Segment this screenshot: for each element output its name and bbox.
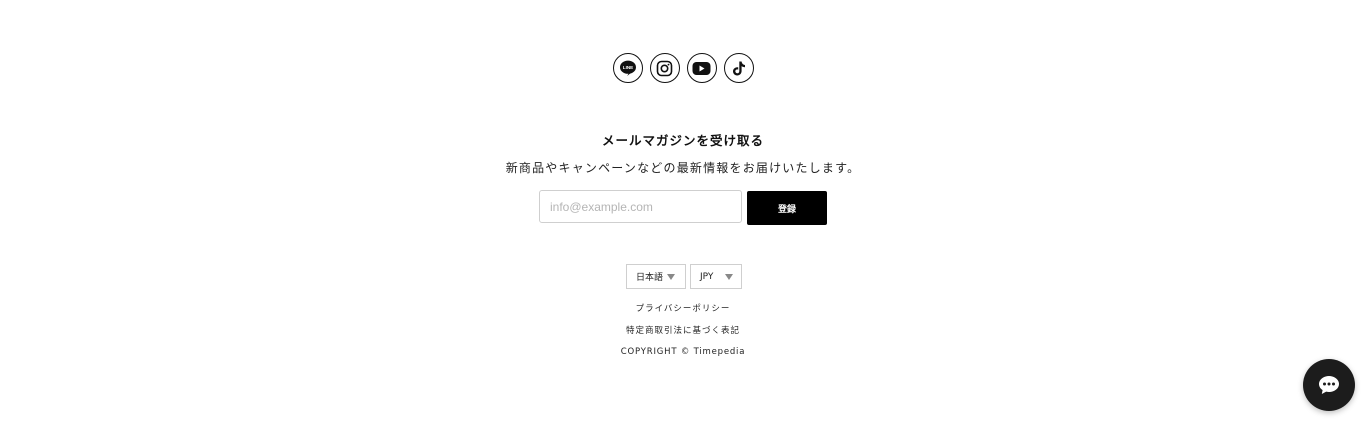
line-link[interactable]: LINE (612, 53, 643, 83)
svg-text:LINE: LINE (622, 65, 632, 70)
currency-select[interactable]: JPY (690, 264, 742, 289)
locale-selectors: 日本語 JPY (626, 264, 742, 289)
newsletter-form: 登録 (539, 190, 827, 225)
legal-notice-link[interactable]: 特定商取引法に基づく表記 (0, 324, 1366, 336)
caret-down-icon (725, 273, 733, 280)
social-links: LINE (0, 53, 1366, 83)
language-value: 日本語 (636, 273, 664, 283)
instagram-icon (656, 60, 673, 76)
copyright-text: COPYRIGHT © Timepedia (620, 347, 746, 357)
youtube-icon (692, 61, 711, 75)
caret-down-icon (667, 273, 676, 280)
line-icon: LINE (619, 60, 636, 76)
newsletter-description: 新商品やキャンペーンなどの最新情報をお届けいたします。 (505, 161, 861, 175)
currency-value: JPY (700, 271, 714, 282)
tiktok-icon (732, 61, 745, 75)
youtube-link[interactable] (686, 53, 717, 83)
chat-button[interactable] (1303, 359, 1355, 411)
chat-bubble-icon (1319, 376, 1339, 394)
subscribe-button[interactable]: 登録 (747, 191, 827, 225)
language-select[interactable]: 日本語 (626, 264, 686, 289)
site-footer: LINE メールマガジンを受け取る 新商品やキャンペーンなどの最新情報をお届けい… (0, 0, 1366, 426)
email-input[interactable] (539, 190, 742, 223)
instagram-link[interactable] (649, 53, 680, 83)
privacy-policy-link[interactable]: プライバシーポリシー (0, 302, 1366, 314)
newsletter-title: メールマガジンを受け取る (601, 133, 764, 148)
tiktok-link[interactable] (723, 53, 754, 83)
